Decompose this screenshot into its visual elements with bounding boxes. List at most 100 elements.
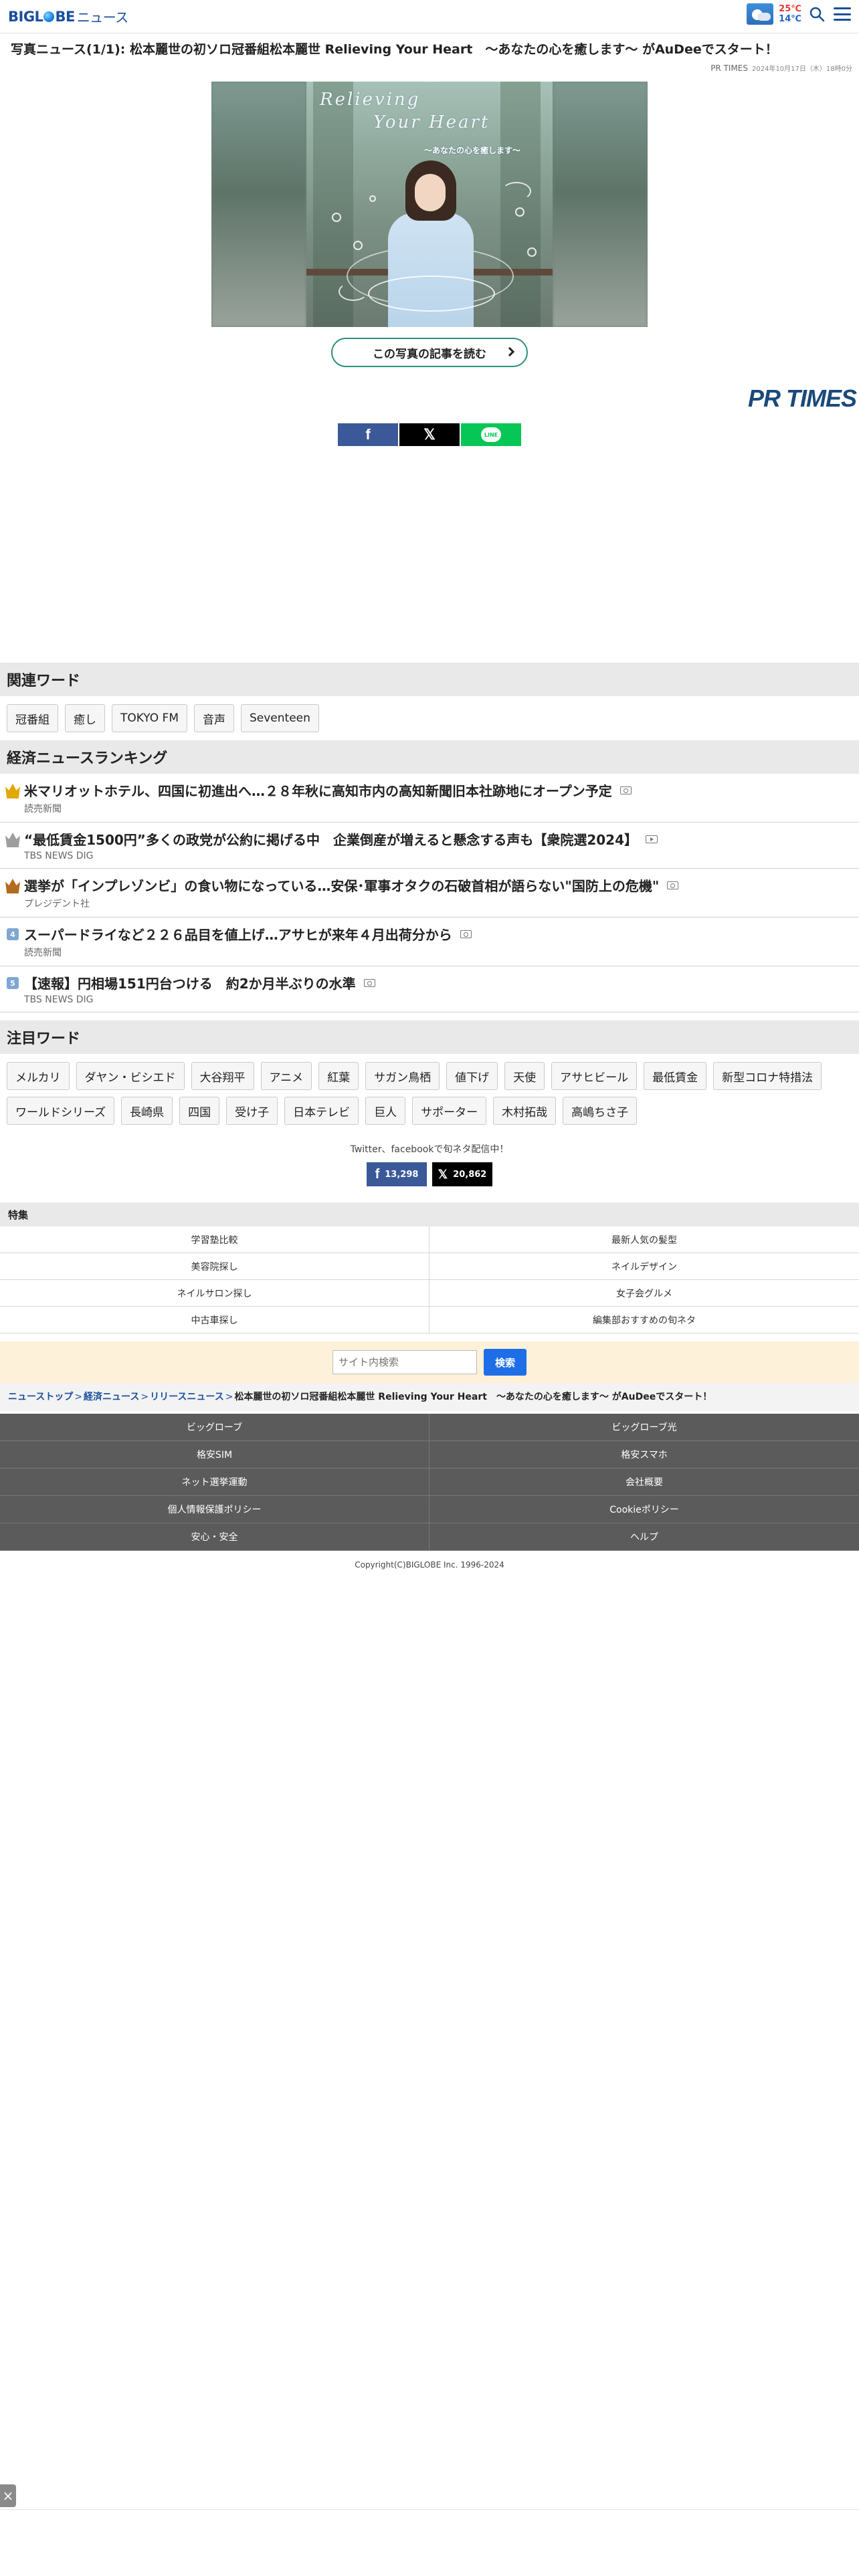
ranking-item[interactable]: “最低賃金1500円”多くの政党が公約に掲げる中 企業倒産が増えると懸念する声も… [0,823,859,869]
trending-word-tag[interactable]: 巨人 [365,1097,406,1125]
site-search-bar: 検索 [0,1341,859,1383]
special-link[interactable]: 学習塾比較 [0,1226,430,1253]
ranking-item[interactable]: 5 【速報】円相場151円台つける 約2か月半ぶりの水準 TBS NEWS DIG [0,966,859,1012]
share-x-button[interactable]: 𝕏 [399,423,460,446]
special-link[interactable]: 女子会グルメ [430,1280,859,1307]
trending-word-tag[interactable]: 最低賃金 [644,1062,707,1090]
trending-word-tag[interactable]: ダヤン・ビシエド [76,1062,185,1090]
ranking-item-title[interactable]: 米マリオットホテル、四国に初進出へ…２８年秋に高知市内の高知新聞旧本社跡地にオー… [24,783,612,799]
special-link[interactable]: ネイルデザイン [430,1253,859,1280]
special-link[interactable]: 中古車探し [0,1307,430,1333]
ranking-item-line: 選挙が「インプレゾンビ」の食い物になっている…安保･軍事オタクの石破首相が語らな… [5,877,852,895]
trending-word-tag[interactable]: アサヒビール [551,1062,638,1090]
special-link[interactable]: ネイルサロン探し [0,1280,430,1307]
footer-link[interactable]: Cookieポリシー [430,1496,859,1523]
ranking-item-title[interactable]: “最低賃金1500円”多くの政党が公約に掲げる中 企業倒産が増えると懸念する声も… [24,832,638,848]
share-facebook-button[interactable]: f [338,423,398,446]
trending-word-tag[interactable]: 日本テレビ [284,1097,359,1125]
temp-low: 14℃ [779,14,801,24]
article-date: 2024年10月17日（木）18時0分 [752,66,852,73]
camera-icon [619,786,632,794]
ranking-item-title-wrap: 選挙が「インプレゾンビ」の食い物になっている…安保･軍事オタクの石破首相が語らな… [24,877,679,895]
related-word-tag[interactable]: 癒し [65,704,105,732]
weather-temps[interactable]: 25℃ 14℃ [779,4,801,24]
article-source[interactable]: PR TIMES [710,64,748,73]
trending-word-tag[interactable]: 値下げ [446,1062,498,1090]
footer-link[interactable]: ビッグローブ光 [430,1414,859,1441]
ranking-item-title[interactable]: 選挙が「インプレゾンビ」の食い物になっている…安保･軍事オタクの石破首相が語らな… [24,878,659,894]
footer-link[interactable]: 格安スマホ [430,1441,859,1469]
trending-word-tag[interactable]: サガン鳥栖 [365,1062,440,1090]
special-link[interactable]: 最新人気の髪型 [430,1226,859,1253]
trending-word-tag[interactable]: 受け子 [226,1097,278,1125]
related-word-tag[interactable]: 音声 [194,704,234,732]
share-line-button[interactable]: LINE [461,423,521,446]
ranking-item-line: 米マリオットホテル、四国に初進出へ…２８年秋に高知市内の高知新聞旧本社跡地にオー… [5,782,852,800]
special-link[interactable]: 編集部おすすめの旬ネタ [430,1307,859,1333]
header-actions: 25℃ 14℃ [747,3,852,25]
x-follower-count: 20,862 [453,1169,487,1180]
ranking-item-line: 4 スーパードライなど２２６品目を値上げ…アサヒが来年４月出荷分から [5,926,852,944]
rank-crown-icon [5,833,20,847]
trending-word-tag[interactable]: メルカリ [7,1062,70,1090]
footer-link[interactable]: ヘルプ [430,1523,859,1551]
hamburger-menu-icon[interactable] [832,4,852,24]
footer-link[interactable]: ビッグローブ [0,1414,430,1441]
trending-word-tag[interactable]: 長崎県 [121,1097,173,1125]
facebook-follow-button[interactable]: f 13,298 [367,1162,427,1186]
breadcrumb-current: 松本麗世の初ソロ冠番組松本麗世 Relieving Your Heart 〜あな… [234,1392,712,1402]
related-word-tag[interactable]: TOKYO FM [112,704,187,732]
ranking-item-title[interactable]: スーパードライなど２２６品目を値上げ…アサヒが来年４月出荷分から [24,927,452,943]
ranking-item[interactable]: 米マリオットホテル、四国に初進出へ…２８年秋に高知市内の高知新聞旧本社跡地にオー… [0,774,859,823]
special-link[interactable]: 美容院探し [0,1253,430,1280]
biglobe-news-logo[interactable]: BIGL BE ニュース [8,7,128,26]
facebook-follower-count: 13,298 [385,1169,419,1180]
trending-word-tag[interactable]: 大谷翔平 [191,1062,254,1090]
trending-word-tag[interactable]: ワールドシリーズ [7,1097,115,1125]
related-word-tag[interactable]: 冠番組 [7,704,58,732]
photo-main-image: Relieving Your Heart 〜あなたの心を癒します〜 [306,82,553,327]
close-ad-button[interactable]: × [0,2484,16,2507]
x-follow-button[interactable]: 𝕏 20,862 [432,1162,492,1186]
ranking-item-title-wrap: 【速報】円相場151円台つける 約2か月半ぶりの水準 [24,974,375,993]
article-title: 写真ニュース(1/1): 松本麗世の初ソロ冠番組松本麗世 Relieving Y… [11,42,778,57]
trending-word-tag[interactable]: アニメ [260,1062,312,1090]
trending-word-tag[interactable]: 紅葉 [318,1062,359,1090]
breadcrumb-subcategory[interactable]: リリースニュース [150,1392,224,1402]
ranking-item-title-wrap: スーパードライなど２２６品目を値上げ…アサヒが来年４月出荷分から [24,926,472,944]
rank-number-badge: 5 [7,977,19,989]
trending-word-tag[interactable]: 四国 [179,1097,220,1125]
trending-word-tag[interactable]: 木村拓哉 [493,1097,557,1125]
related-words-tags: 冠番組 癒し TOKYO FM 音声 Seventeen [0,696,859,740]
weather-icon[interactable] [747,3,774,25]
read-article-button[interactable]: この写真の記事を読む [331,338,528,367]
footer-link[interactable]: 会社概要 [430,1469,859,1496]
video-icon [646,835,658,843]
site-header: BIGL BE ニュース 25℃ 14℃ [0,0,859,33]
article-photo[interactable]: Relieving Your Heart 〜あなたの心を癒します〜 [211,82,648,327]
breadcrumb-home[interactable]: ニューストップ [8,1392,73,1402]
trending-word-tag[interactable]: 新型コロナ特措法 [713,1062,822,1090]
social-promo-text: Twitter、facebookで旬ネタ配信中！ [350,1144,509,1155]
site-search-button[interactable]: 検索 [484,1349,527,1376]
ranking-item-source: TBS NEWS DIG [24,994,94,1005]
breadcrumb-category[interactable]: 経済ニュース [84,1392,139,1402]
x-icon: 𝕏 [438,1167,448,1181]
related-word-tag[interactable]: Seventeen [241,704,319,732]
search-icon[interactable] [807,4,827,24]
ranking-item[interactable]: 選挙が「インプレゾンビ」の食い物になっている…安保･軍事オタクの石破首相が語らな… [0,869,859,918]
footer-link[interactable]: ネット選挙運動 [0,1469,430,1496]
trending-word-tag[interactable]: 高嶋ちさ子 [563,1097,638,1125]
ranking-item[interactable]: 4 スーパードライなど２２６品目を値上げ…アサヒが来年４月出荷分から 読売新聞 [0,918,859,966]
photo-overlay-title-2: Your Heart [373,112,490,132]
ranking-item-title[interactable]: 【速報】円相場151円台つける 約2か月半ぶりの水準 [24,976,356,992]
site-search-input[interactable] [332,1350,477,1374]
ranking-list: 米マリオットホテル、四国に初進出へ…２８年秋に高知市内の高知新聞旧本社跡地にオー… [0,774,859,1012]
facebook-icon: f [375,1166,380,1182]
prtimes-logo[interactable]: PR TIMES [748,385,857,412]
footer-link[interactable]: 安心・安全 [0,1523,430,1551]
trending-word-tag[interactable]: サポーター [412,1097,487,1125]
footer-link[interactable]: 個人情報保護ポリシー [0,1496,430,1523]
footer-link[interactable]: 格安SIM [0,1441,430,1469]
trending-word-tag[interactable]: 天使 [504,1062,545,1090]
